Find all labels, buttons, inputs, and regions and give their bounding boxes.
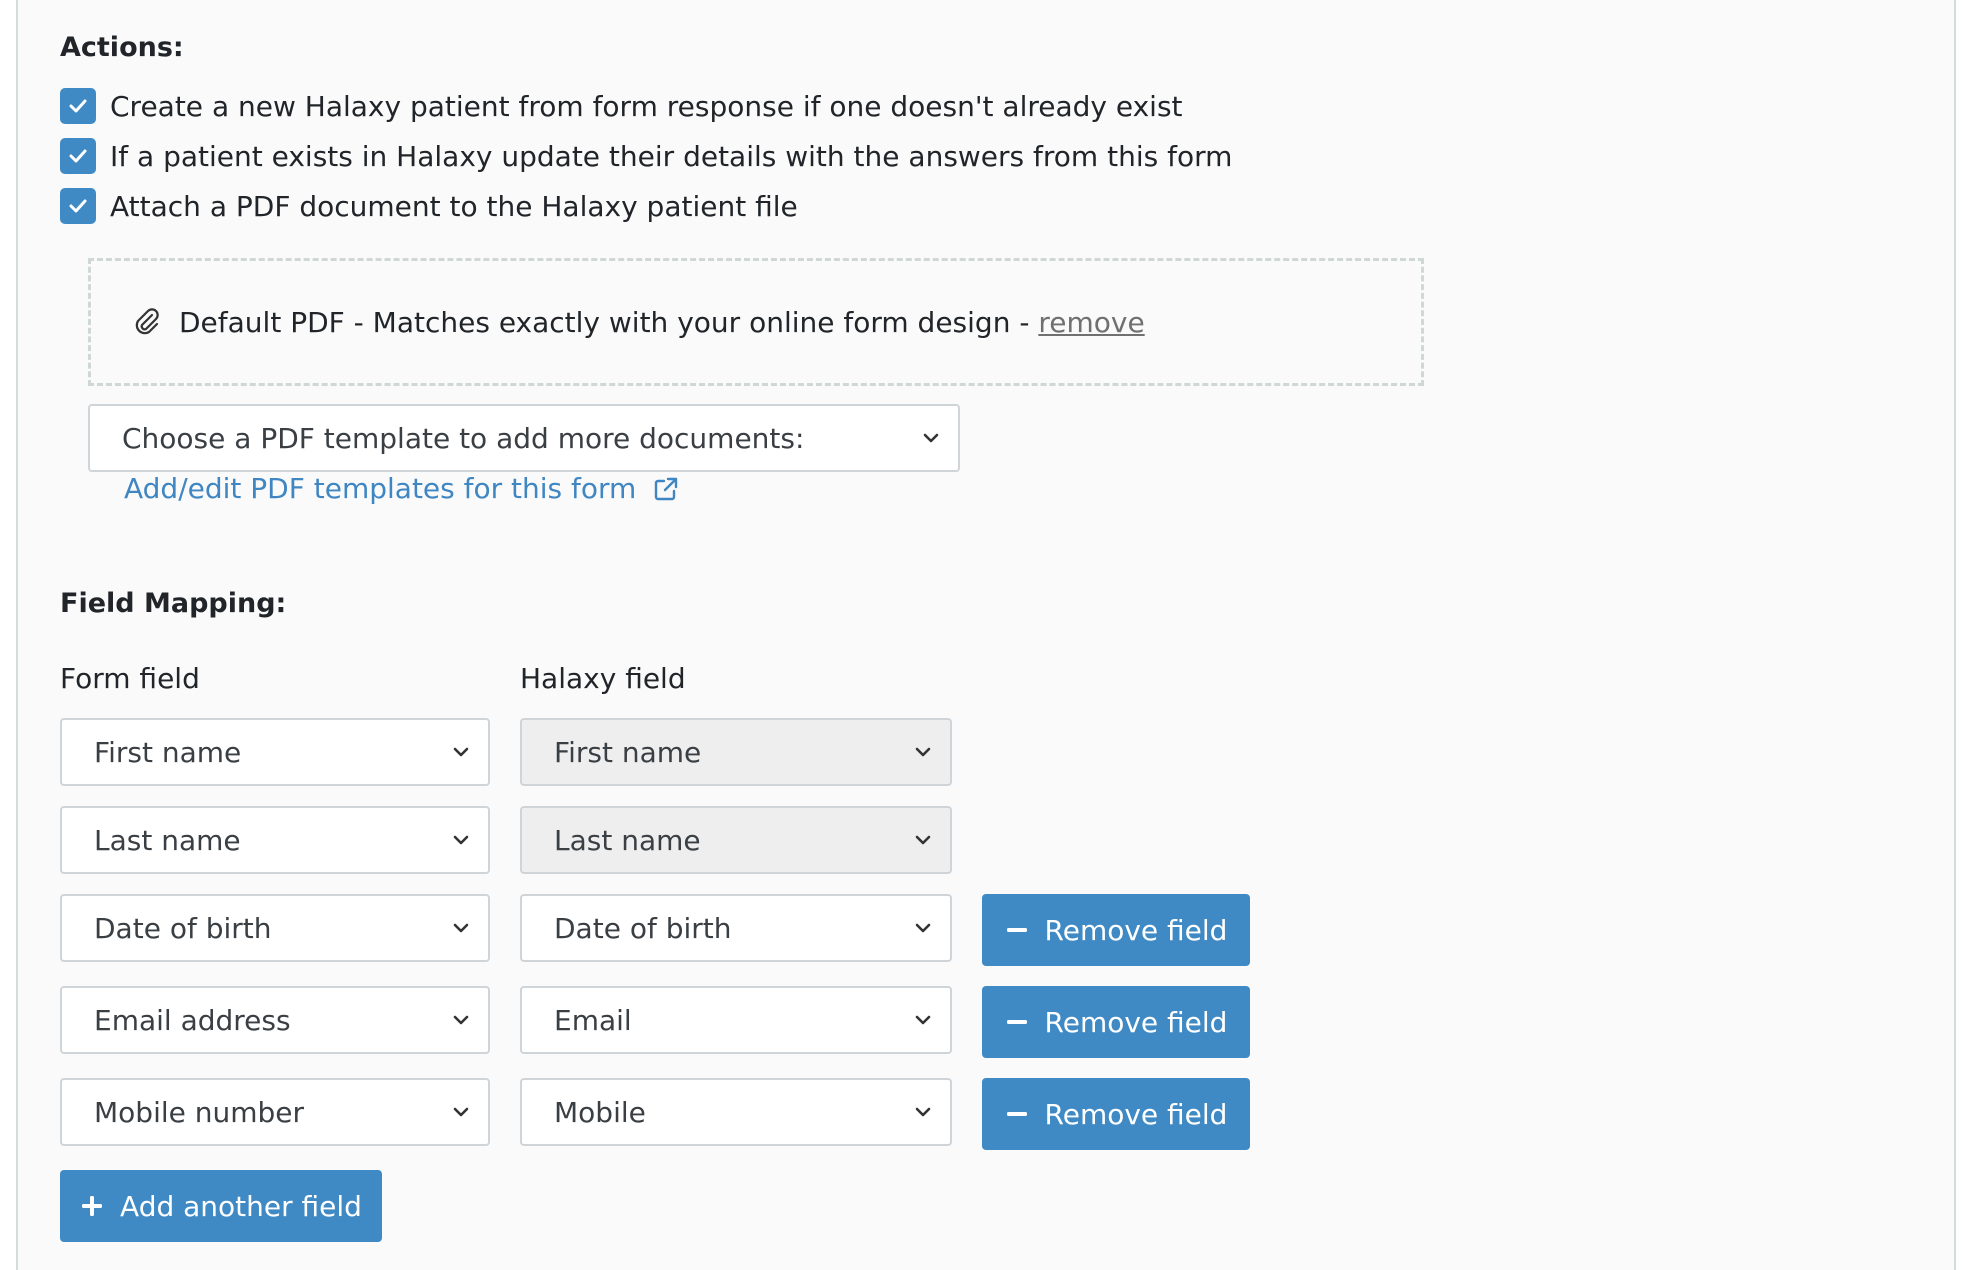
halaxy-field-select[interactable]: Mobile: [520, 1078, 952, 1146]
edit-pdf-templates-link[interactable]: Add/edit PDF templates for this form: [124, 472, 680, 505]
chevron-down-icon: [912, 917, 934, 939]
default-pdf-box: Default PDF - Matches exactly with your …: [88, 258, 1424, 386]
form-field-select[interactable]: Date of birth: [60, 894, 490, 962]
form-field-value: Email address: [94, 1003, 291, 1037]
minus-icon: [1005, 1010, 1029, 1034]
pdf-template-select-value: Choose a PDF template to add more docume…: [122, 421, 805, 455]
add-field-button[interactable]: Add another field: [60, 1170, 382, 1242]
edit-pdf-templates-label: Add/edit PDF templates for this form: [124, 472, 637, 505]
halaxy-field-value: First name: [554, 735, 702, 769]
halaxy-field-value: Mobile: [554, 1095, 646, 1129]
option-create-patient[interactable]: Create a new Halaxy patient from form re…: [60, 86, 1183, 126]
remove-field-button[interactable]: Remove field: [982, 894, 1250, 966]
form-field-header: Form field: [60, 662, 200, 695]
form-field-value: Mobile number: [94, 1095, 305, 1129]
form-field-select[interactable]: Mobile number: [60, 1078, 490, 1146]
default-pdf-text: Default PDF - Matches exactly with your …: [179, 305, 1039, 339]
add-field-label: Add another field: [120, 1189, 362, 1223]
actions-title: Actions:: [60, 32, 184, 63]
form-field-value: Date of birth: [94, 911, 272, 945]
option-update-patient[interactable]: If a patient exists in Halaxy update the…: [60, 136, 1232, 176]
check-icon: [69, 149, 87, 163]
chevron-down-icon: [912, 829, 934, 851]
attach-pdf-label: Attach a PDF document to the Halaxy pati…: [110, 189, 798, 223]
chevron-down-icon: [912, 1009, 934, 1031]
halaxy-field-value: Email: [554, 1003, 632, 1037]
remove-field-button[interactable]: Remove field: [982, 986, 1250, 1058]
paperclip-icon: [131, 306, 163, 338]
halaxy-field-value: Date of birth: [554, 911, 732, 945]
halaxy-field-value: Last name: [554, 823, 701, 857]
check-icon: [69, 99, 87, 113]
form-field-select[interactable]: First name: [60, 718, 490, 786]
plus-icon: [80, 1194, 104, 1218]
update-patient-checkbox[interactable]: [60, 138, 96, 174]
halaxy-field-select: First name: [520, 718, 952, 786]
halaxy-field-select[interactable]: Date of birth: [520, 894, 952, 962]
remove-field-button[interactable]: Remove field: [982, 1078, 1250, 1150]
create-patient-checkbox[interactable]: [60, 88, 96, 124]
remove-pdf-link[interactable]: remove: [1038, 306, 1144, 339]
pdf-template-select[interactable]: Choose a PDF template to add more docume…: [88, 404, 960, 472]
chevron-down-icon: [912, 741, 934, 763]
minus-icon: [1005, 1102, 1029, 1126]
option-attach-pdf[interactable]: Attach a PDF document to the Halaxy pati…: [60, 186, 798, 226]
minus-icon: [1005, 918, 1029, 942]
create-patient-label: Create a new Halaxy patient from form re…: [110, 89, 1183, 123]
check-icon: [69, 199, 87, 213]
field-mapping-title: Field Mapping:: [60, 588, 287, 619]
form-field-value: First name: [94, 735, 242, 769]
chevron-down-icon: [450, 829, 472, 851]
external-link-icon: [652, 475, 680, 503]
chevron-down-icon: [450, 1009, 472, 1031]
form-field-value: Last name: [94, 823, 241, 857]
form-field-select[interactable]: Email address: [60, 986, 490, 1054]
remove-field-label: Remove field: [1044, 1005, 1228, 1039]
remove-field-label: Remove field: [1044, 1097, 1228, 1131]
halaxy-field-select[interactable]: Email: [520, 986, 952, 1054]
remove-field-label: Remove field: [1044, 913, 1228, 947]
update-patient-label: If a patient exists in Halaxy update the…: [110, 139, 1233, 173]
attach-pdf-checkbox[interactable]: [60, 188, 96, 224]
chevron-down-icon: [920, 427, 942, 449]
halaxy-field-header: Halaxy field: [520, 662, 686, 695]
chevron-down-icon: [912, 1101, 934, 1123]
form-field-select[interactable]: Last name: [60, 806, 490, 874]
integration-settings-panel: Actions: Create a new Halaxy patient fro…: [16, 0, 1956, 1270]
chevron-down-icon: [450, 917, 472, 939]
halaxy-field-select: Last name: [520, 806, 952, 874]
chevron-down-icon: [450, 1101, 472, 1123]
chevron-down-icon: [450, 741, 472, 763]
